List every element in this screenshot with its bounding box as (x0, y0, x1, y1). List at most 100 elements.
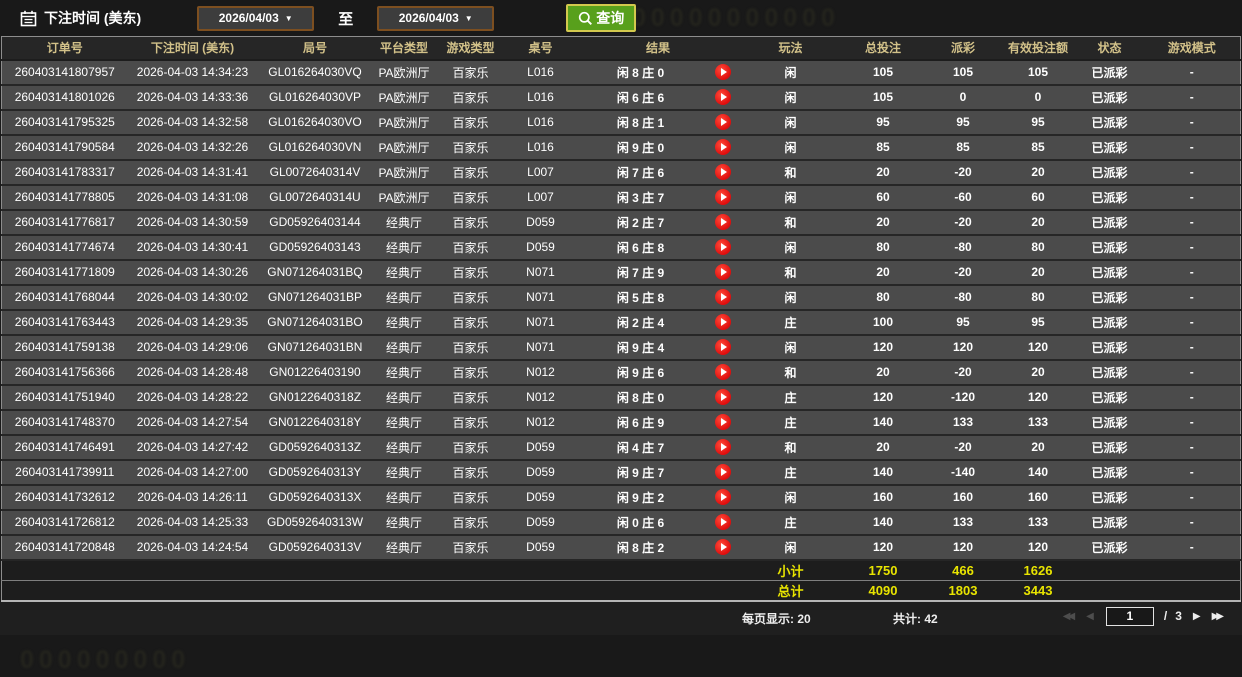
play-video-icon[interactable] (715, 139, 731, 155)
play-video-icon[interactable] (715, 489, 731, 505)
total-total-bet: 4090 (840, 579, 926, 601)
platform-type: 经典厅 (372, 209, 436, 236)
play-video-icon[interactable] (715, 189, 731, 205)
play-video-icon[interactable] (715, 414, 731, 430)
game-type: 百家乐 (435, 409, 506, 436)
game-mode: - (1143, 409, 1241, 436)
play-video-icon[interactable] (715, 389, 731, 405)
game-type: 百家乐 (435, 434, 506, 461)
result: 闲 8 庄 1 (575, 109, 706, 136)
play-video-icon[interactable] (715, 164, 731, 180)
table-number: N071 (505, 334, 576, 361)
play-video-icon[interactable] (715, 539, 731, 555)
subtotal-row: 小计 1750 466 1626 (1, 559, 1241, 580)
result: 闲 8 庄 2 (575, 534, 706, 561)
play-video-icon[interactable] (715, 114, 731, 130)
payout: 120 (925, 534, 1001, 561)
order-number: 260403141774674 (1, 234, 128, 261)
play-video-icon[interactable] (715, 339, 731, 355)
play-video-icon[interactable] (715, 214, 731, 230)
status: 已派彩 (1075, 484, 1144, 511)
payout: 0 (925, 84, 1001, 111)
status: 已派彩 (1075, 309, 1144, 336)
platform-type: 经典厅 (372, 384, 436, 411)
table-number: L016 (505, 84, 576, 111)
first-page-icon[interactable]: ◀◀ (1056, 611, 1079, 622)
play-video-icon[interactable] (715, 464, 731, 480)
table-row: 260403141771809 2026-04-03 14:30:26 GN0712… (1, 259, 1241, 286)
order-number: 260403141807957 (1, 59, 128, 86)
round-number: GN071264031BO (257, 309, 373, 336)
play-video-icon[interactable] (715, 364, 731, 380)
bet-time: 2026-04-03 14:33:36 (127, 84, 258, 111)
game-mode: - (1143, 384, 1241, 411)
play-video-icon[interactable] (715, 514, 731, 530)
valid-bet: 80 (1000, 234, 1076, 261)
result: 闲 9 庄 6 (575, 359, 706, 386)
result: 闲 6 庄 8 (575, 234, 706, 261)
game-type: 百家乐 (435, 84, 506, 111)
play-video-icon[interactable] (715, 89, 731, 105)
header-status: 状态 (1075, 36, 1144, 61)
order-number: 260403141768044 (1, 284, 128, 311)
payout: -60 (925, 184, 1001, 211)
filter-toolbar: 下注时间 (美东) 2026/04/03 ▼ 至 2026/04/03 ▼ 查询 (0, 0, 1242, 36)
platform-type: 经典厅 (372, 359, 436, 386)
total-count-label: 共计: 42 (893, 611, 938, 626)
status: 已派彩 (1075, 509, 1144, 536)
play-video-icon[interactable] (715, 239, 731, 255)
next-page-icon[interactable]: ▶ (1186, 611, 1205, 622)
page-number-input[interactable] (1105, 606, 1154, 626)
total-bet: 120 (840, 334, 926, 361)
play-method: 庄 (740, 459, 841, 486)
header-platform-type: 平台类型 (372, 36, 436, 61)
prev-page-icon[interactable]: ◀ (1079, 611, 1098, 622)
order-number: 260403141759138 (1, 334, 128, 361)
table-row: 260403141726812 2026-04-03 14:25:33 GD0592… (1, 509, 1241, 536)
table-row: 260403141759138 2026-04-03 14:29:06 GN0712… (1, 334, 1241, 361)
query-button[interactable]: 查询 (566, 4, 637, 32)
status: 已派彩 (1075, 434, 1144, 461)
play-method: 庄 (740, 509, 841, 536)
result: 闲 9 庄 0 (575, 134, 706, 161)
game-mode: - (1143, 259, 1241, 286)
table-row: 260403141790584 2026-04-03 14:32:26 GL0162… (1, 134, 1241, 161)
play-video-icon[interactable] (715, 64, 731, 80)
calendar-icon (20, 10, 37, 27)
end-date-select[interactable]: 2026/04/03 ▼ (377, 5, 495, 31)
round-number: GD0592640313Z (257, 434, 373, 461)
bet-time: 2026-04-03 14:28:48 (127, 359, 258, 386)
last-page-icon[interactable]: ▶▶ (1205, 611, 1228, 622)
result: 闲 7 庄 9 (575, 259, 706, 286)
result: 闲 9 庄 2 (575, 484, 706, 511)
platform-type: PA欧洲厅 (372, 159, 436, 186)
play-method: 庄 (740, 409, 841, 436)
valid-bet: 140 (1000, 459, 1076, 486)
table-row: 260403141732612 2026-04-03 14:26:11 GD0592… (1, 484, 1241, 511)
round-number: GN071264031BP (257, 284, 373, 311)
game-type: 百家乐 (435, 509, 506, 536)
game-mode: - (1143, 209, 1241, 236)
game-mode: - (1143, 334, 1241, 361)
game-mode: - (1143, 159, 1241, 186)
bet-time: 2026-04-03 14:24:54 (127, 534, 258, 561)
game-mode: - (1143, 534, 1241, 561)
game-type: 百家乐 (435, 484, 506, 511)
table-row: 260403141774674 2026-04-03 14:30:41 GD0592… (1, 234, 1241, 261)
result: 闲 4 庄 7 (575, 434, 706, 461)
play-video-icon[interactable] (715, 439, 731, 455)
result: 闲 2 庄 4 (575, 309, 706, 336)
payout: -80 (925, 234, 1001, 261)
game-mode: - (1143, 184, 1241, 211)
game-type: 百家乐 (435, 309, 506, 336)
play-video-icon[interactable] (715, 264, 731, 280)
game-type: 百家乐 (435, 359, 506, 386)
start-date-select[interactable]: 2026/04/03 ▼ (197, 5, 315, 31)
play-video-icon[interactable] (715, 314, 731, 330)
header-total-bet: 总投注 (840, 36, 926, 61)
play-video-icon[interactable] (715, 289, 731, 305)
table-row: 260403141756366 2026-04-03 14:28:48 GN0122… (1, 359, 1241, 386)
header-game-mode: 游戏模式 (1143, 36, 1241, 61)
subtotal-label: 小计 (740, 559, 841, 580)
order-number: 260403141739911 (1, 459, 128, 486)
